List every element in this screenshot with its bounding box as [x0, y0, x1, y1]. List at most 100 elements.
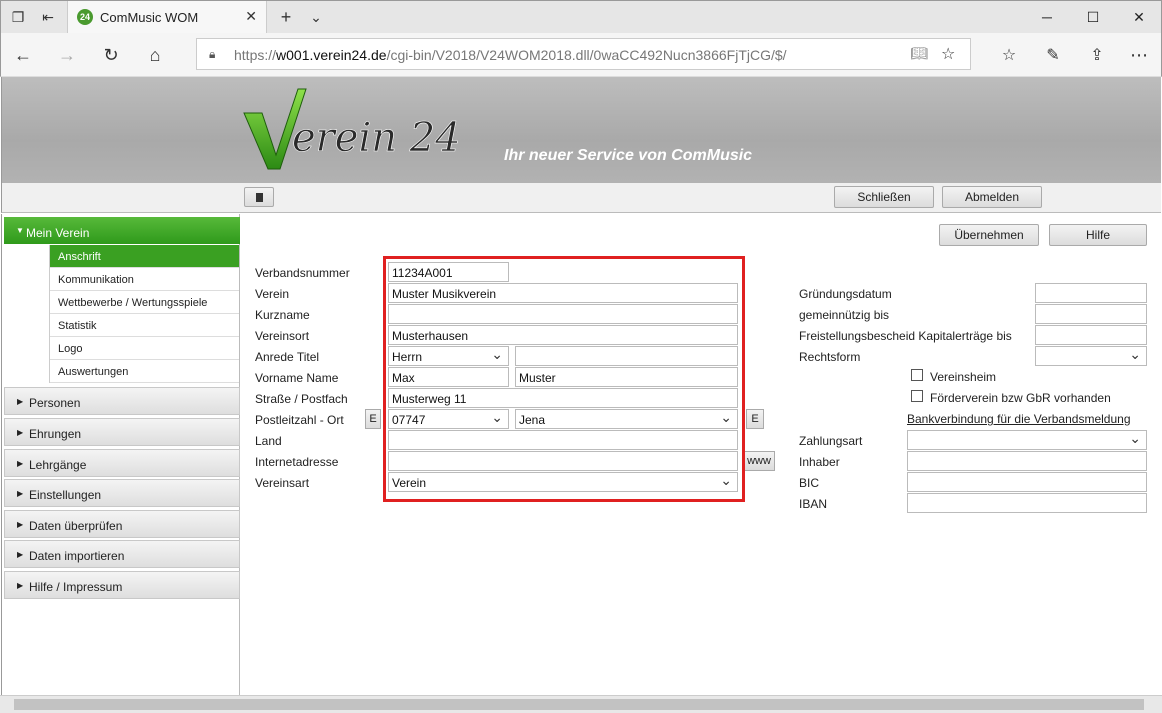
logout-button[interactable]: Abmelden	[942, 186, 1042, 208]
tab-title: ComMusic WOM	[100, 10, 199, 25]
sidebar-item-statistik[interactable]: Statistik	[50, 314, 239, 337]
window-close-icon[interactable]: ✕	[1129, 7, 1149, 27]
sidebar-group-label: Einstellungen	[29, 488, 102, 502]
menu-toggle-button[interactable]	[244, 187, 274, 207]
favorites-list-icon[interactable]: ☆	[997, 43, 1021, 67]
sidebar-item-auswertungen[interactable]: Auswertungen	[50, 360, 239, 383]
sidebar-group-daten-ueberpruefen[interactable]: ▶ Daten überprüfen	[4, 510, 240, 538]
main-content: Übernehmen Hilfe Verbandsnummer Verein K…	[241, 214, 1161, 695]
minimize-icon[interactable]: ─	[1037, 7, 1057, 27]
sidebar-group-label: Personen	[29, 396, 81, 410]
scrollbar-thumb[interactable]	[14, 699, 1144, 710]
url-text: https://w001.verein24.de/cgi-bin/V2018/V…	[234, 47, 787, 63]
label-gruendungsdatum: Gründungsdatum	[799, 287, 892, 301]
vereinsheim-checkbox[interactable]	[911, 369, 923, 381]
plz-lookup-button[interactable]: E	[365, 409, 381, 429]
sidebar-group-daten-importieren[interactable]: ▶ Daten importieren	[4, 540, 240, 568]
sidebar-group-label: Daten importieren	[29, 549, 125, 563]
label-vereinsort: Vereinsort	[255, 329, 310, 343]
label-foerderverein: Förderverein bzw GbR vorhanden	[930, 391, 1111, 405]
label-freistellung: Freistellungsbescheid Kapitalerträge bis	[799, 329, 1012, 343]
menu-square-icon	[255, 192, 263, 202]
caret-right-icon: ▶	[17, 520, 24, 529]
caret-right-icon: ▶	[17, 581, 24, 590]
close-button[interactable]: Schließen	[834, 186, 934, 208]
www-button[interactable]: www	[743, 451, 775, 471]
close-icon[interactable]: ✕	[245, 8, 257, 25]
iban-input[interactable]	[907, 493, 1147, 513]
sidebar-group-label: Mein Verein	[26, 226, 90, 240]
caret-right-icon: ▶	[17, 397, 24, 406]
chevron-down-icon[interactable]: ⌄	[307, 8, 325, 26]
label-strasse: Straße / Postfach	[255, 392, 348, 406]
address-bar[interactable]: 🔒︎ https://w001.verein24.de/cgi-bin/V201…	[196, 38, 971, 70]
browser-nav-bar: ← → ↻ ⌂ 🔒︎ https://w001.verein24.de/cgi-…	[0, 33, 1162, 77]
gemeinnuetzig-input[interactable]	[1035, 304, 1147, 324]
sidebar-item-anschrift[interactable]: Anschrift	[50, 245, 239, 268]
lock-icon: 🔒︎	[209, 47, 216, 61]
sidebar-group-personen[interactable]: ▶ Personen	[4, 387, 240, 415]
share-icon[interactable]: ⇪	[1085, 43, 1109, 67]
highlight-box	[383, 256, 745, 502]
label-vereinsheim: Vereinsheim	[930, 370, 997, 384]
label-name: Vorname Name	[255, 371, 339, 385]
sidebar-group-ehrungen[interactable]: ▶ Ehrungen	[4, 418, 240, 446]
rechtsform-select[interactable]	[1035, 346, 1147, 366]
label-vereinsart: Vereinsart	[255, 476, 310, 490]
sidebar-group-hilfe[interactable]: ▶ Hilfe / Impressum	[4, 571, 240, 599]
label-iban: IBAN	[799, 497, 828, 511]
browser-tab[interactable]: 24 ComMusic WOM ✕	[67, 1, 267, 34]
label-internetadresse: Internetadresse	[255, 455, 339, 469]
bankverbindung-link[interactable]: Bankverbindung für die Verbandsmeldung	[907, 412, 1131, 426]
label-kurzname: Kurzname	[255, 308, 310, 322]
freistellung-input[interactable]	[1035, 325, 1147, 345]
sidebar-submenu: Anschrift Kommunikation Wettbewerbe / We…	[49, 245, 239, 383]
sidebar-group-mein-verein[interactable]: ▼ Mein Verein	[4, 217, 240, 244]
bic-input[interactable]	[907, 472, 1147, 492]
caret-right-icon: ▶	[17, 550, 24, 559]
gruendungsdatum-input[interactable]	[1035, 283, 1147, 303]
sidebar-group-lehrgaenge[interactable]: ▶ Lehrgänge	[4, 449, 240, 477]
home-icon[interactable]: ⌂	[143, 43, 167, 67]
ort-lookup-button[interactable]: E	[746, 409, 764, 429]
verein24-favicon-icon: 24	[77, 9, 93, 25]
sidebar-item-wettbewerbe[interactable]: Wettbewerbe / Wertungsspiele	[50, 291, 239, 314]
label-plz-ort: Postleitzahl - Ort	[255, 413, 344, 427]
verein24-logo: erein 24	[243, 88, 461, 170]
inhaber-input[interactable]	[907, 451, 1147, 471]
horizontal-scrollbar[interactable]	[0, 695, 1162, 713]
favorite-star-icon[interactable]: ☆	[941, 44, 955, 64]
refresh-icon[interactable]: ↻	[99, 43, 123, 67]
caret-right-icon: ▶	[17, 489, 24, 498]
svg-text:erein 24: erein 24	[292, 115, 461, 161]
label-verbandsnummer: Verbandsnummer	[255, 266, 350, 280]
foerderverein-checkbox[interactable]	[911, 390, 923, 402]
new-tab-icon[interactable]: +	[277, 7, 295, 27]
maximize-icon[interactable]: ☐	[1083, 7, 1103, 27]
browser-tab-bar: ❐ ⇤ 24 ComMusic WOM ✕ + ⌄ ─ ☐ ✕	[0, 0, 1162, 34]
sidebar-item-logo[interactable]: Logo	[50, 337, 239, 360]
tab-overview-icon[interactable]: ❐	[9, 8, 27, 26]
label-gemeinnuetzig: gemeinnützig bis	[799, 308, 890, 322]
page-toolbar: Schließen Abmelden	[1, 183, 1161, 213]
label-land: Land	[255, 434, 282, 448]
sidebar-group-label: Daten überprüfen	[29, 519, 123, 533]
sidebar-group-label: Hilfe / Impressum	[29, 580, 123, 594]
sidebar-item-kommunikation[interactable]: Kommunikation	[50, 268, 239, 291]
set-aside-tabs-icon[interactable]: ⇤	[39, 8, 57, 26]
label-bic: BIC	[799, 476, 820, 490]
more-icon[interactable]: ⋯	[1127, 43, 1151, 67]
pen-note-icon[interactable]: ✎	[1041, 43, 1065, 67]
back-arrow-icon[interactable]: ←	[11, 43, 35, 67]
forward-arrow-icon[interactable]: →	[55, 43, 79, 67]
zahlungsart-select[interactable]	[907, 430, 1147, 450]
header-tagline: Ihr neuer Service von ComMusic	[504, 147, 753, 164]
sidebar-group-label: Ehrungen	[29, 427, 82, 441]
sidebar-group-einstellungen[interactable]: ▶ Einstellungen	[4, 479, 240, 507]
reading-view-icon[interactable]: 📖︎	[910, 45, 928, 62]
help-button[interactable]: Hilfe	[1049, 224, 1147, 246]
label-inhaber: Inhaber	[799, 455, 840, 469]
apply-button[interactable]: Übernehmen	[939, 224, 1039, 246]
sidebar-group-label: Lehrgänge	[29, 458, 87, 472]
caret-right-icon: ▶	[17, 428, 24, 437]
